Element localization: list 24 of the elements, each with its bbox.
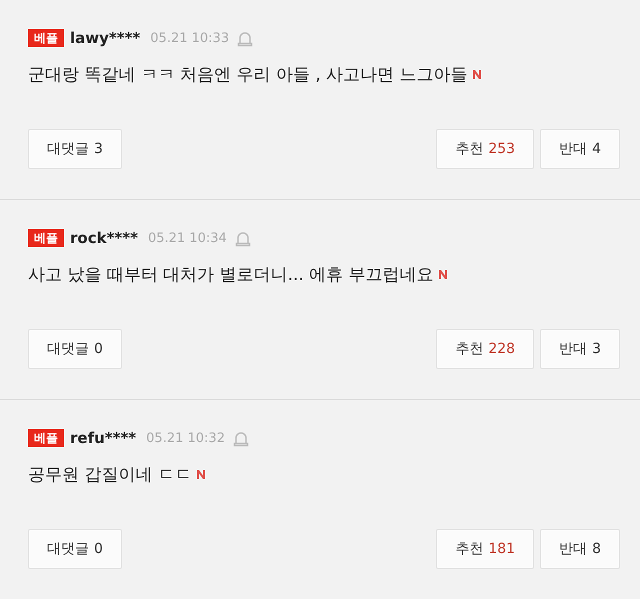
username: lawy**** — [70, 29, 140, 47]
dislike-button[interactable]: 반대 3 — [540, 329, 620, 369]
reply-button[interactable]: 대댓글 0 — [28, 529, 122, 569]
dislike-button[interactable]: 반대 8 — [540, 529, 620, 569]
comment-text: 사고 났을 때부터 대처가 별로더니... 에휴 부끄럽네요 — [28, 264, 434, 286]
timestamp: 05.21 10:32 — [146, 430, 225, 446]
dislike-button[interactable]: 반대 4 — [540, 129, 620, 169]
alarm-icon[interactable] — [237, 30, 254, 46]
username: refu**** — [70, 429, 136, 447]
like-button[interactable]: 추천 228 — [436, 329, 534, 369]
best-badge: 베플 — [28, 229, 64, 247]
like-button[interactable]: 추천 181 — [436, 529, 534, 569]
best-badge: 베플 — [28, 29, 64, 47]
timestamp: 05.21 10:34 — [148, 230, 227, 246]
like-button[interactable]: 추천 253 — [436, 129, 534, 169]
username: rock**** — [70, 229, 138, 247]
comment-text: 군대랑 똑같네 ㅋㅋ 처음엔 우리 아들 , 사고나면 느그아들 — [28, 64, 468, 86]
timestamp: 05.21 10:33 — [150, 30, 230, 46]
best-badge: 베플 — [28, 429, 64, 447]
alarm-icon[interactable] — [234, 230, 251, 246]
comment-text: 공무원 갑질이네 ㄷㄷ — [28, 464, 192, 486]
reply-button[interactable]: 대댓글 0 — [28, 329, 122, 369]
reply-button[interactable]: 대댓글 3 — [28, 129, 122, 169]
alarm-icon[interactable] — [232, 430, 249, 446]
